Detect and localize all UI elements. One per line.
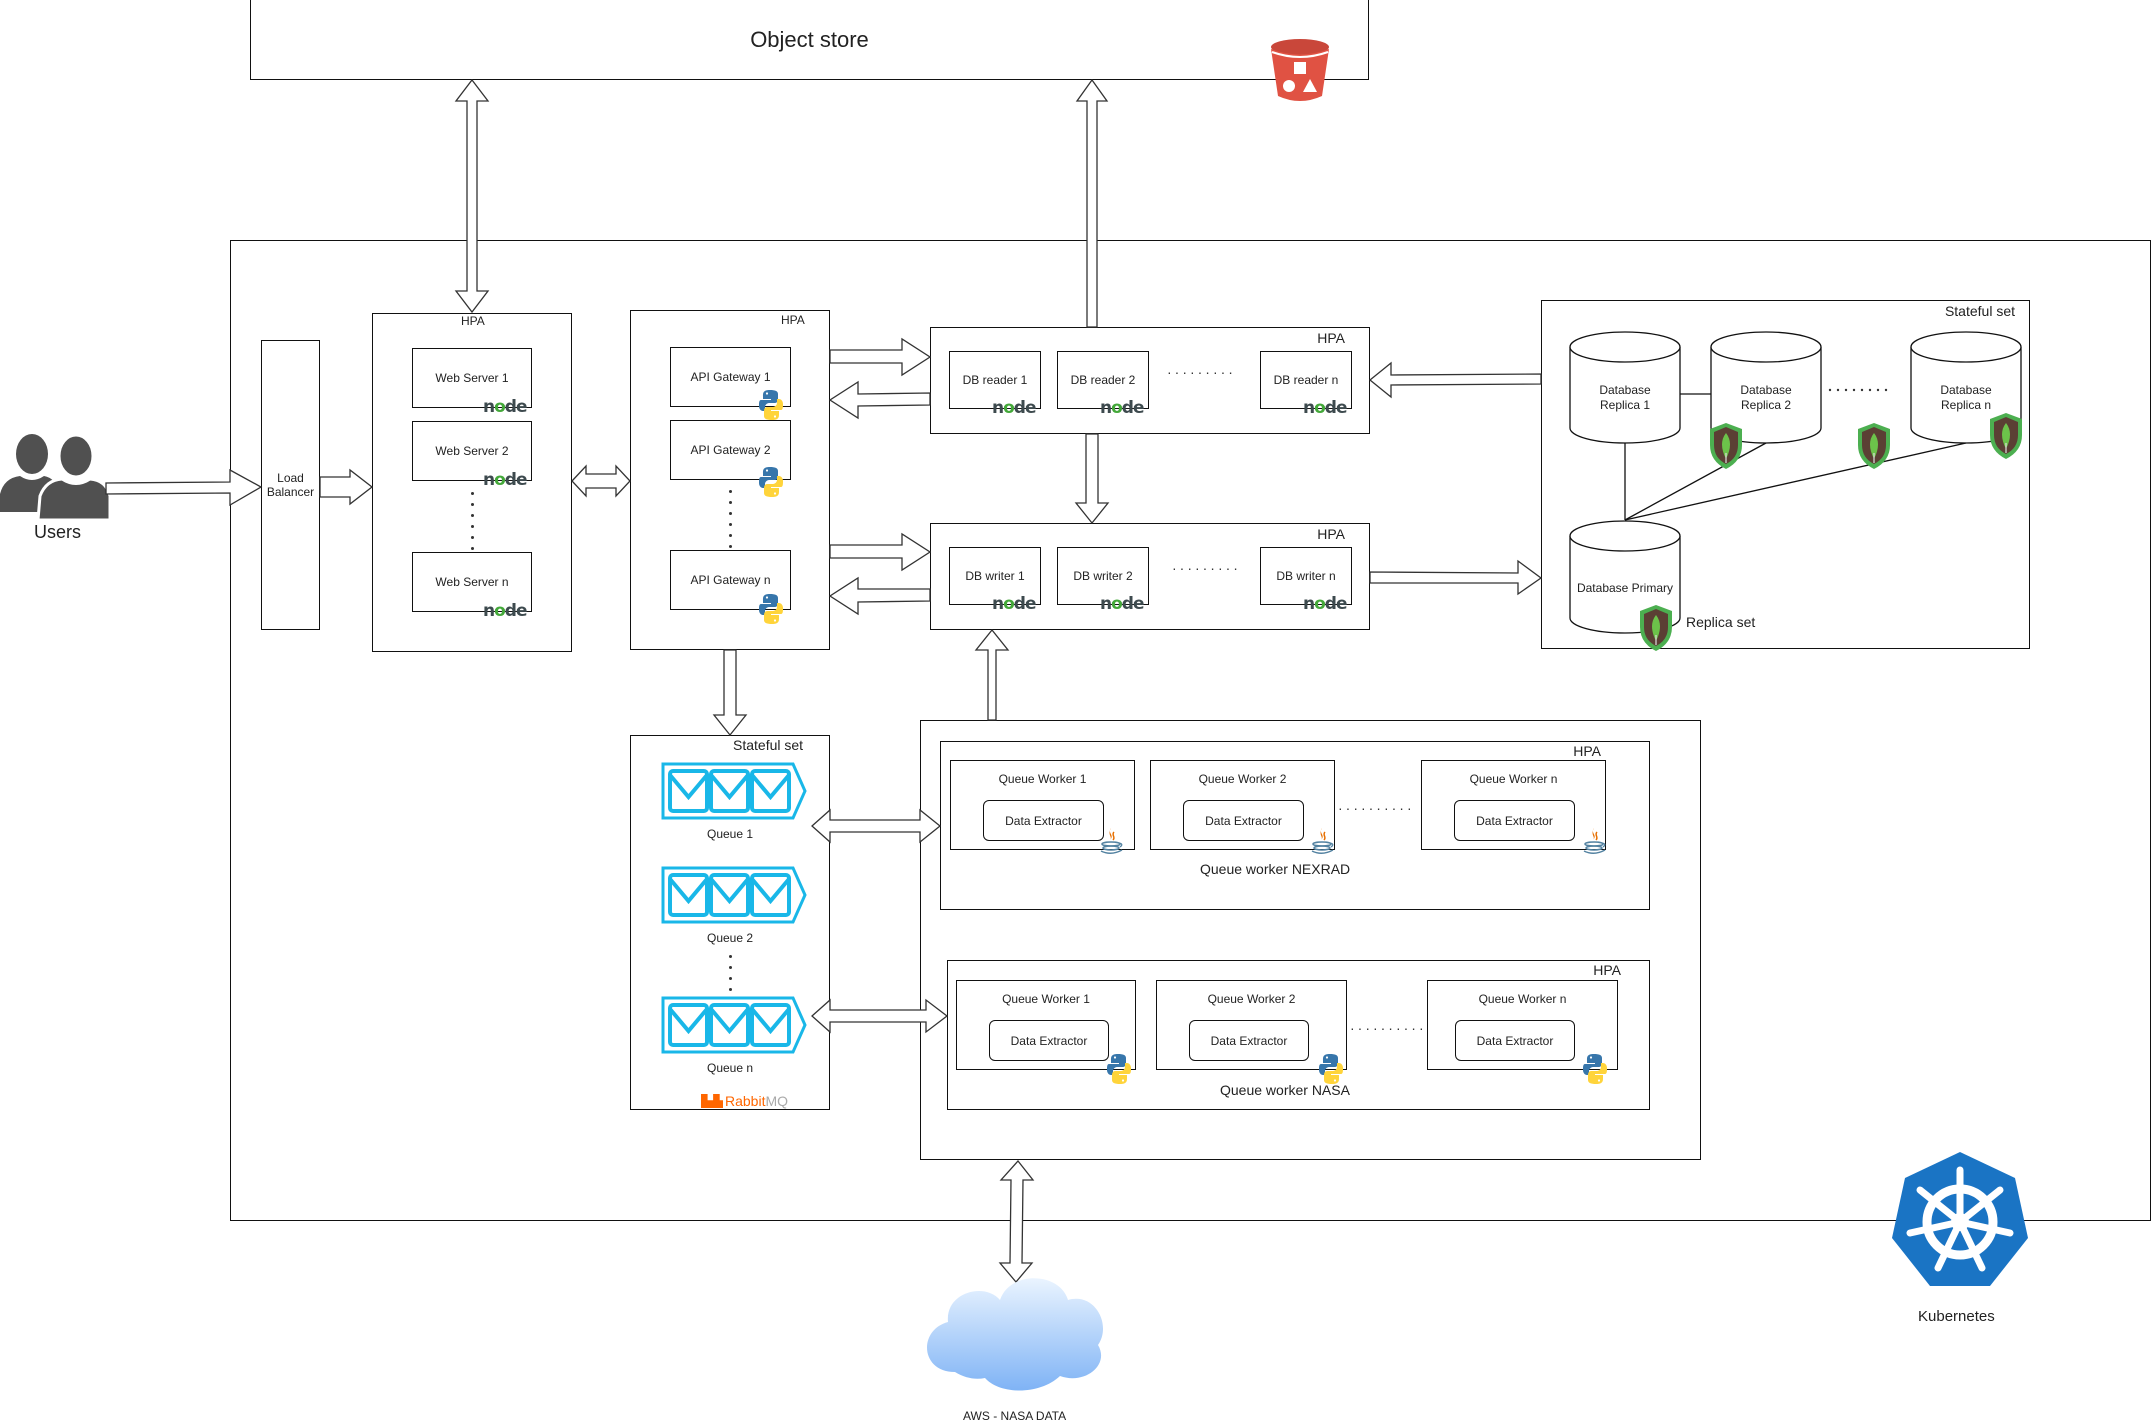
queue-stateful-set: Stateful set xyxy=(630,735,830,1110)
api-gateway-n[interactable]: API Gateway n xyxy=(670,550,791,610)
db-writer-label: DB writer n xyxy=(1276,569,1336,583)
group-label: Queue worker NASA xyxy=(1220,1082,1350,1098)
stateful-set-label: Stateful set xyxy=(733,737,804,753)
ellipsis-horizontal: ········· xyxy=(1167,364,1236,380)
nodejs-icon: node xyxy=(992,594,1036,614)
load-balancer-label-line2: Balancer xyxy=(266,485,315,499)
api-gateway-label: API Gateway 2 xyxy=(690,443,771,457)
replica-label-line2: Replica 2 xyxy=(1740,398,1792,412)
web-server-label: Web Server 1 xyxy=(435,371,509,385)
load-balancer-label-line1: Load xyxy=(277,471,304,485)
web-server-label: Web Server n xyxy=(435,575,509,589)
object-store-title: Object store xyxy=(750,26,869,52)
hpa-label: HPA xyxy=(1317,526,1345,542)
data-extractor-label: Data Extractor xyxy=(1476,1033,1554,1048)
data-extractor-label: Data Extractor xyxy=(1010,1033,1088,1048)
nexrad-queue-worker-n[interactable]: Queue Worker n Data Extractor xyxy=(1421,760,1606,850)
database-replica-n-label: Database Replica n xyxy=(1911,383,2021,413)
stateful-set-label: Stateful set xyxy=(1944,303,2015,319)
nodejs-icon: node xyxy=(1100,398,1144,418)
replica-label-line2: Replica n xyxy=(1940,398,1992,412)
data-extractor-label: Data Extractor xyxy=(1210,1033,1288,1048)
object-store: Object store xyxy=(250,0,1369,80)
ellipsis-horizontal: ·········· xyxy=(1350,1020,1427,1036)
db-writer-label: DB writer 1 xyxy=(965,569,1025,583)
api-gateway-label: API Gateway n xyxy=(690,573,771,587)
queue-worker-label: Queue Worker n xyxy=(1478,992,1567,1006)
database-replica-2-label: Database Replica 2 xyxy=(1711,383,1821,413)
nexrad-queue-worker-1[interactable]: Queue Worker 1 Data Extractor xyxy=(950,760,1135,850)
ellipsis-horizontal: ········· xyxy=(1172,560,1241,576)
group-label: Queue worker NEXRAD xyxy=(1200,861,1351,877)
queue-label: Queue 2 xyxy=(707,931,754,945)
aws-nasa-data-label: AWS - NASA DATA xyxy=(963,1409,1067,1423)
nodejs-icon: node xyxy=(483,397,527,417)
queue-worker-label: Queue Worker 2 xyxy=(1198,772,1287,786)
replica-label-line1: Database xyxy=(1599,383,1651,397)
db-reader-label: DB reader 2 xyxy=(1070,373,1136,387)
nexrad-queue-worker-2[interactable]: Queue Worker 2 Data Extractor xyxy=(1150,760,1335,850)
queue-worker-label: Queue Worker n xyxy=(1469,772,1558,786)
data-extractor[interactable]: Data Extractor xyxy=(1455,1020,1575,1061)
users-icon xyxy=(0,433,112,520)
replica-label-line1: Database xyxy=(1740,383,1792,397)
cloud-icon xyxy=(927,1278,1104,1391)
nodejs-icon: node xyxy=(1303,594,1347,614)
nasa-queue-worker-n[interactable]: Queue Worker n Data Extractor xyxy=(1427,980,1618,1070)
queue-worker-label: Queue Worker 2 xyxy=(1207,992,1296,1006)
replica-set-label: Replica set xyxy=(1686,614,1756,630)
rabbitmq-logo: RabbitMQ xyxy=(701,1093,788,1109)
queue-label: Queue n xyxy=(707,1061,754,1075)
db-reader-label: DB reader n xyxy=(1273,373,1339,387)
web-server-label: Web Server 2 xyxy=(435,444,509,458)
nasa-queue-worker-1[interactable]: Queue Worker 1 Data Extractor xyxy=(956,980,1136,1070)
kubernetes-label: Kubernetes xyxy=(1918,1308,1995,1325)
data-extractor[interactable]: Data Extractor xyxy=(1454,800,1575,841)
rabbitmq-brand-suffix: MQ xyxy=(765,1093,789,1109)
database-primary-label: Database Primary xyxy=(1576,581,1674,595)
db-reader-label: DB reader 1 xyxy=(962,373,1028,387)
hpa-label: HPA xyxy=(1573,743,1601,759)
ellipsis-horizontal: ·········· xyxy=(1338,800,1415,816)
data-extractor-label: Data Extractor xyxy=(1476,813,1553,828)
hpa-label: HPA xyxy=(1593,962,1621,978)
rabbitmq-icon xyxy=(701,1094,723,1108)
nodejs-icon: node xyxy=(1303,398,1347,418)
data-extractor[interactable]: Data Extractor xyxy=(1183,800,1304,841)
database-stateful-set: Stateful set xyxy=(1541,300,2030,649)
hpa-label: HPA xyxy=(1317,330,1345,346)
ellipsis-vertical xyxy=(471,492,475,558)
s3-bucket-icon xyxy=(1271,39,1329,101)
queue-worker-label: Queue Worker 1 xyxy=(998,772,1087,786)
queue-label: Queue 1 xyxy=(707,827,754,841)
load-balancer[interactable]: Load Balancer xyxy=(261,340,320,630)
nodejs-icon: node xyxy=(483,601,527,621)
nodejs-icon: node xyxy=(483,470,527,490)
replica-label-line2: Replica 1 xyxy=(1599,398,1651,412)
replica-label-line1: Database xyxy=(1940,383,1992,397)
nasa-queue-worker-2[interactable]: Queue Worker 2 Data Extractor xyxy=(1156,980,1347,1070)
db-writer-label: DB writer 2 xyxy=(1073,569,1133,583)
nodejs-icon: node xyxy=(992,398,1036,418)
ellipsis-vertical xyxy=(729,490,733,556)
database-replica-1-label: Database Replica 1 xyxy=(1570,383,1680,413)
data-extractor[interactable]: Data Extractor xyxy=(989,1020,1109,1061)
api-gateway-1[interactable]: API Gateway 1 xyxy=(670,347,791,407)
nodejs-icon: node xyxy=(1100,594,1144,614)
users-label: Users xyxy=(34,522,82,542)
queue-worker-label: Queue Worker 1 xyxy=(1002,992,1090,1006)
data-extractor[interactable]: Data Extractor xyxy=(983,800,1104,841)
data-extractor-label: Data Extractor xyxy=(1005,813,1082,828)
data-extractor-label: Data Extractor xyxy=(1205,813,1282,828)
ellipsis-vertical xyxy=(729,955,733,999)
api-gateway-2[interactable]: API Gateway 2 xyxy=(670,420,791,480)
api-gateway-label: API Gateway 1 xyxy=(690,370,771,384)
data-extractor[interactable]: Data Extractor xyxy=(1189,1020,1309,1061)
hpa-label: HPA xyxy=(781,313,805,327)
rabbitmq-brand: Rabbit xyxy=(725,1093,766,1109)
hpa-label: HPA xyxy=(461,314,485,328)
